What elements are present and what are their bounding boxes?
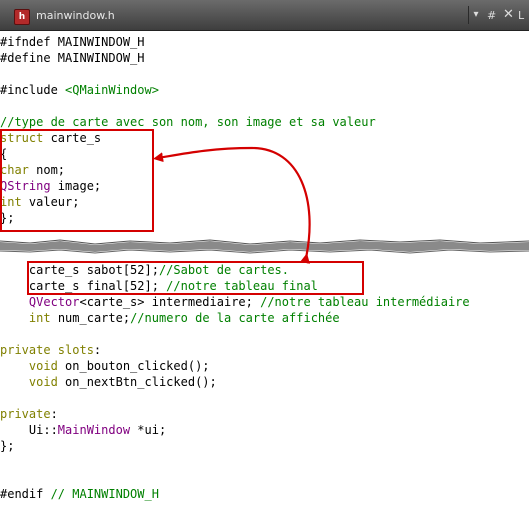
struct-highlight-box (0, 129, 154, 232)
code-line: Ui::MainWindow *ui; (0, 423, 167, 437)
code-line: #endif // MAINWINDOW_H (0, 487, 159, 501)
code-line: private slots: (0, 343, 102, 357)
editor-tab-bar: h mainwindow.h ▾ # ✕ L (0, 0, 529, 31)
code-line: int num_carte;//numero de la carte affic… (28, 311, 340, 325)
code-line: }; (0, 439, 15, 453)
code-line: //type de carte avec son nom, son image … (0, 115, 376, 129)
line-indicator: L (518, 9, 525, 22)
header-file-icon: h (14, 9, 30, 25)
code-line: private: (0, 407, 58, 421)
file-tab-title[interactable]: mainwindow.h (36, 9, 115, 22)
code-line: #include <QMainWindow> (0, 83, 159, 97)
code-line: QVector<carte_s> intermediaire; //notre … (0, 295, 470, 309)
code-line: #define MAINWINDOW_H (0, 51, 145, 65)
code-line: void on_nextBtn_clicked(); (28, 375, 217, 389)
arrays-highlight-box (27, 261, 364, 295)
code-line: #ifndef MAINWINDOW_H (0, 35, 145, 49)
close-file-icon[interactable]: ✕ (503, 7, 514, 22)
torn-edge-separator (0, 239, 529, 254)
code-line: void on_bouton_clicked(); (28, 359, 210, 373)
code-editor-bottom[interactable]: carte_s sabot[52];//Sabot de cartes. car… (0, 262, 529, 502)
symbol-hash-icon[interactable]: # (487, 9, 496, 22)
tab-dropdown-icon[interactable]: ▾ (468, 6, 483, 24)
